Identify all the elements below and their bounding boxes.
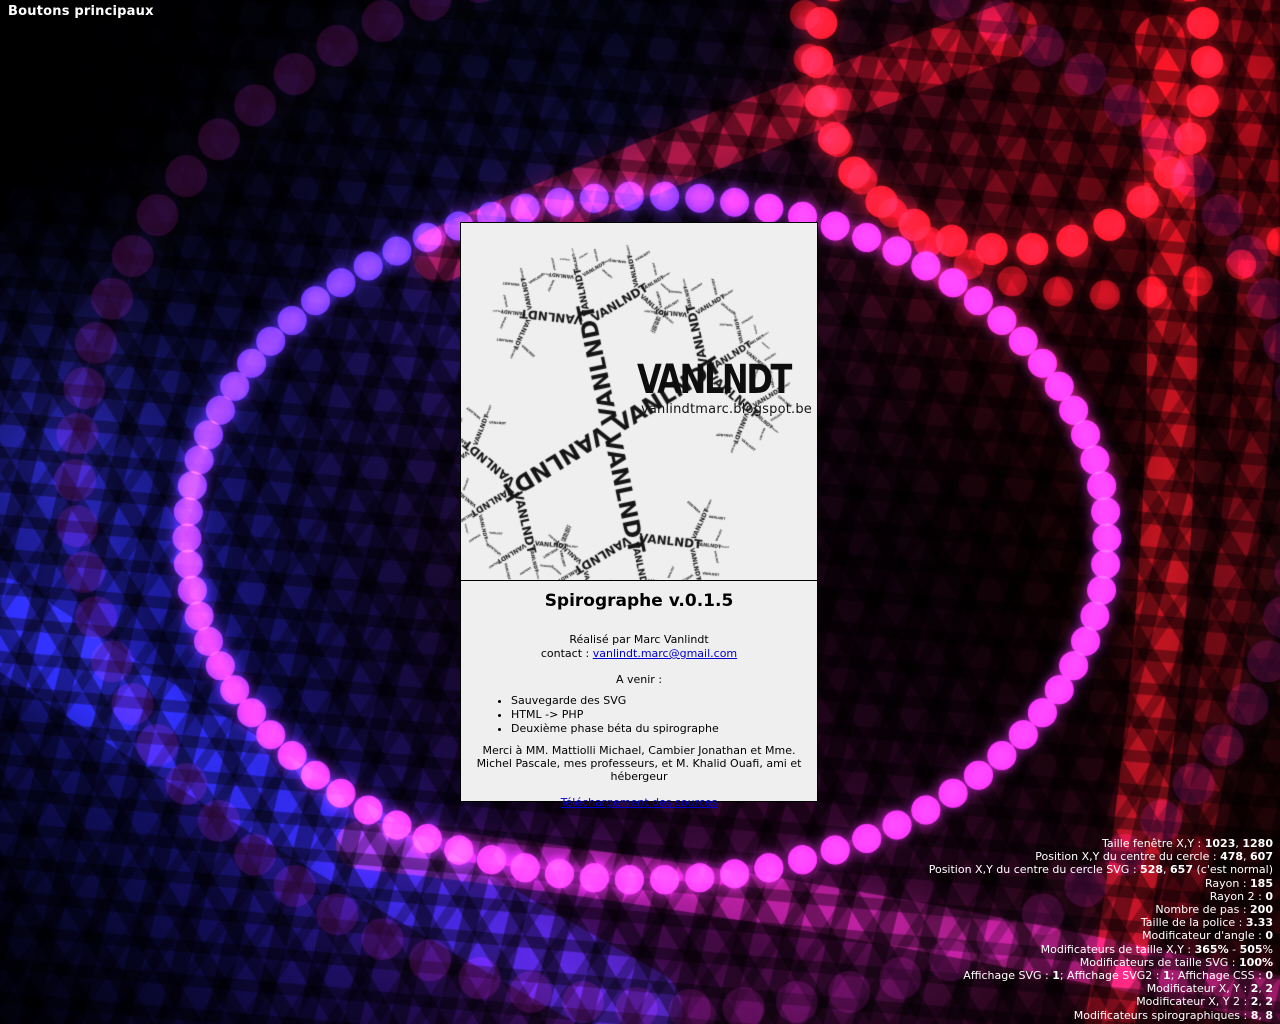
upcoming-heading: A venir : (615, 673, 663, 686)
status-line: Modificateurs de taille X,Y : 365% - 505… (1040, 942, 1273, 956)
upcoming-item: HTML -> PHP (511, 708, 805, 722)
thanks-paragraph: Merci à MM. Mattiolli Michael, Cambier J… (476, 744, 802, 784)
status-readout: Taille fenêtre X,Y : 1023, 1280 Position … (929, 837, 1273, 1022)
status-line: Position X,Y du centre du cercle : 478, … (1035, 850, 1273, 864)
dialog-title: Spirographe v.0.1.5 (544, 591, 734, 611)
logo-blog-url: vanlindtmarc.blogspot.be (641, 402, 813, 417)
status-line: Rayon 2 : 0 (1209, 889, 1273, 903)
status-line: Affichage SVG : 1; Affichage SVG2 : 1; A… (963, 969, 1273, 983)
contact-label: contact : (540, 647, 593, 660)
status-line: Position X,Y du centre du cercle SVG : 5… (928, 863, 1273, 877)
author-line: Réalisé par Marc Vanlindt (569, 633, 709, 646)
status-line: Rayon : 185 (1204, 876, 1273, 890)
status-line: Modificateur X, Y : 2, 2 (1146, 982, 1273, 996)
upcoming-item: Deuxième phase béta du spirographe (511, 722, 805, 736)
upcoming-item: Sauvegarde des SVG (511, 694, 805, 708)
contact-email-link[interactable]: vanlindt.marc@gmail.com (593, 647, 737, 660)
status-line: Taille fenêtre X,Y : 1023, 1280 (1101, 837, 1273, 850)
status-line: Nombre de pas : 200 (1155, 903, 1273, 917)
status-line: Modificateurs de taille SVG : 100% (1079, 955, 1273, 969)
status-line: Modificateur X, Y 2 : 2, 2 (1136, 995, 1273, 1009)
upcoming-list: Sauvegarde des SVG HTML -> PHP Deuxième … (473, 694, 805, 736)
spirographe-app: { "header": { "title": "Boutons principa… (0, 0, 1280, 1024)
status-line: Modificateurs spirographiques : 8, 8 (1073, 1008, 1273, 1022)
buttons-panel-title: Boutons principaux (8, 4, 154, 19)
status-line: Taille de la police : 3.33 (1140, 916, 1273, 930)
contact-line: contact : vanlindt.marc@gmail.com (473, 647, 805, 660)
about-dialog: VANLNDT vanlindtmarc.blogspot.be Spirogr… (460, 222, 818, 809)
about-text-area: Spirographe v.0.1.5 Réalisé par Marc Van… (461, 580, 817, 809)
status-line: Modificateur d'angle : 0 (1142, 929, 1273, 943)
download-sources-link[interactable]: Téléchargement des sources (561, 796, 718, 809)
logo-wordmark: VANLNDT (637, 357, 792, 403)
logo-area: VANLNDT vanlindtmarc.blogspot.be (461, 223, 817, 580)
